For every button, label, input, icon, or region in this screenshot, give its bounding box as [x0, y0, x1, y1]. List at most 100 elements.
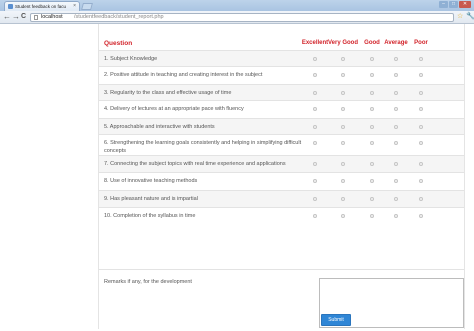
- rating-radio-average[interactable]: [394, 125, 398, 129]
- rating-radio-very-good[interactable]: [341, 125, 345, 129]
- header-good: Good: [364, 40, 380, 46]
- rating-radio-very-good[interactable]: [341, 197, 345, 201]
- rating-radio-excellent[interactable]: [313, 141, 317, 145]
- browser-tab[interactable]: Student feedback on facu ×: [4, 1, 80, 11]
- rating-radio-good[interactable]: [370, 162, 374, 166]
- rating-radio-poor[interactable]: [419, 73, 423, 77]
- remarks-row: Remarks if any, for the development: [99, 269, 464, 331]
- maximize-button[interactable]: □: [449, 1, 458, 8]
- rating-radio-poor[interactable]: [419, 57, 423, 61]
- remarks-label: Remarks if any, for the development: [104, 279, 192, 285]
- page-icon: [34, 15, 38, 20]
- rating-radio-average[interactable]: [394, 197, 398, 201]
- rating-radio-very-good[interactable]: [341, 162, 345, 166]
- rating-radio-very-good[interactable]: [341, 179, 345, 183]
- question-row: 5. Approachable and interactive with stu…: [99, 118, 464, 134]
- question-text: 10. Completion of the syllabus in time: [104, 213, 196, 219]
- address-bar[interactable]: localhost /studentfeedback/student_repor…: [30, 13, 454, 22]
- rating-radio-very-good[interactable]: [341, 141, 345, 145]
- rating-radio-average[interactable]: [394, 57, 398, 61]
- header-very-good: Very Good: [327, 40, 359, 46]
- rating-radio-good[interactable]: [370, 141, 374, 145]
- new-tab-button[interactable]: [81, 3, 93, 10]
- header-poor: Poor: [414, 40, 428, 46]
- rating-radio-poor[interactable]: [419, 107, 423, 111]
- page-content: Question Excellent Very Good Good Average Po…: [98, 24, 465, 329]
- tab-title: Student feedback on facu: [15, 4, 67, 9]
- question-row: 4. Delivery of lectures at an appropriat…: [99, 100, 464, 118]
- question-text: 6. Strengthening the learning goals cons…: [104, 140, 302, 154]
- question-row: 1. Subject Knowledge: [99, 50, 464, 66]
- submit-button[interactable]: Submit: [321, 314, 351, 326]
- rating-radio-excellent[interactable]: [313, 107, 317, 111]
- rating-radio-poor[interactable]: [419, 214, 423, 218]
- browser-toolbar: ← → C localhost /studentfeedback/student…: [0, 11, 474, 24]
- rating-radio-good[interactable]: [370, 107, 374, 111]
- rating-radio-poor[interactable]: [419, 141, 423, 145]
- rating-radio-good[interactable]: [370, 57, 374, 61]
- url-host: localhost: [41, 14, 63, 20]
- settings-wrench-icon[interactable]: 🔧: [466, 12, 474, 22]
- question-row: 8. Use of innovative teaching methods: [99, 172, 464, 190]
- rating-radio-average[interactable]: [394, 91, 398, 95]
- rating-radio-very-good[interactable]: [341, 91, 345, 95]
- rating-radio-very-good[interactable]: [341, 214, 345, 218]
- question-text: 9. Has pleasant nature and is impartial: [104, 196, 198, 202]
- bookmark-star-icon[interactable]: ☆: [457, 12, 463, 22]
- rating-radio-excellent[interactable]: [313, 57, 317, 61]
- back-icon[interactable]: ←: [3, 12, 11, 22]
- favicon-icon: [8, 4, 13, 9]
- question-row: 2. Positive attitude in teaching and cre…: [99, 66, 464, 84]
- question-text: 5. Approachable and interactive with stu…: [104, 124, 215, 130]
- window-controls: – □ ✕: [438, 1, 471, 9]
- rating-radio-excellent[interactable]: [313, 197, 317, 201]
- rating-radio-good[interactable]: [370, 179, 374, 183]
- question-text: 1. Subject Knowledge: [104, 56, 158, 62]
- minimize-button[interactable]: –: [439, 1, 448, 8]
- forward-icon[interactable]: →: [12, 12, 20, 22]
- rating-radio-excellent[interactable]: [313, 162, 317, 166]
- rating-radio-very-good[interactable]: [341, 73, 345, 77]
- header-question: Question: [104, 40, 133, 47]
- rating-radio-good[interactable]: [370, 197, 374, 201]
- rating-radio-very-good[interactable]: [341, 57, 345, 61]
- rating-radio-good[interactable]: [370, 214, 374, 218]
- rating-radio-poor[interactable]: [419, 162, 423, 166]
- header-average: Average: [384, 40, 408, 46]
- rating-radio-excellent[interactable]: [313, 179, 317, 183]
- rating-radio-average[interactable]: [394, 162, 398, 166]
- question-row: 10. Completion of the syllabus in time: [99, 207, 464, 225]
- question-text: 7. Connecting the subject topics with re…: [104, 161, 286, 167]
- question-row: 3. Regularity to the class and effective…: [99, 84, 464, 100]
- question-row: 6. Strengthening the learning goals cons…: [99, 134, 464, 156]
- question-text: 3. Regularity to the class and effective…: [104, 90, 232, 96]
- rating-radio-poor[interactable]: [419, 179, 423, 183]
- rating-radio-excellent[interactable]: [313, 125, 317, 129]
- rating-radio-average[interactable]: [394, 107, 398, 111]
- question-text: 8. Use of innovative teaching methods: [104, 178, 198, 184]
- rating-radio-poor[interactable]: [419, 91, 423, 95]
- question-row: 7. Connecting the subject topics with re…: [99, 155, 464, 172]
- rating-radio-average[interactable]: [394, 179, 398, 183]
- rating-radio-good[interactable]: [370, 73, 374, 77]
- rating-radio-excellent[interactable]: [313, 73, 317, 77]
- rating-radio-very-good[interactable]: [341, 107, 345, 111]
- table-header: Question Excellent Very Good Good Average Po…: [99, 38, 464, 50]
- rating-radio-excellent[interactable]: [313, 214, 317, 218]
- rating-radio-good[interactable]: [370, 125, 374, 129]
- rating-radio-poor[interactable]: [419, 197, 423, 201]
- url-path: /studentfeedback/student_report.php: [74, 14, 164, 20]
- rating-radio-average[interactable]: [394, 141, 398, 145]
- rating-radio-good[interactable]: [370, 91, 374, 95]
- reload-icon[interactable]: C: [21, 12, 26, 22]
- tab-close-icon[interactable]: ×: [73, 2, 76, 11]
- question-text: 2. Positive attitude in teaching and cre…: [104, 72, 263, 78]
- rating-radio-average[interactable]: [394, 214, 398, 218]
- header-excellent: Excellent: [301, 40, 329, 46]
- question-text: 4. Delivery of lectures at an appropriat…: [104, 106, 244, 112]
- browser-tab-bar: Student feedback on facu × – □ ✕: [0, 0, 474, 11]
- rating-radio-average[interactable]: [394, 73, 398, 77]
- rating-radio-excellent[interactable]: [313, 91, 317, 95]
- close-window-button[interactable]: ✕: [459, 1, 471, 8]
- rating-radio-poor[interactable]: [419, 125, 423, 129]
